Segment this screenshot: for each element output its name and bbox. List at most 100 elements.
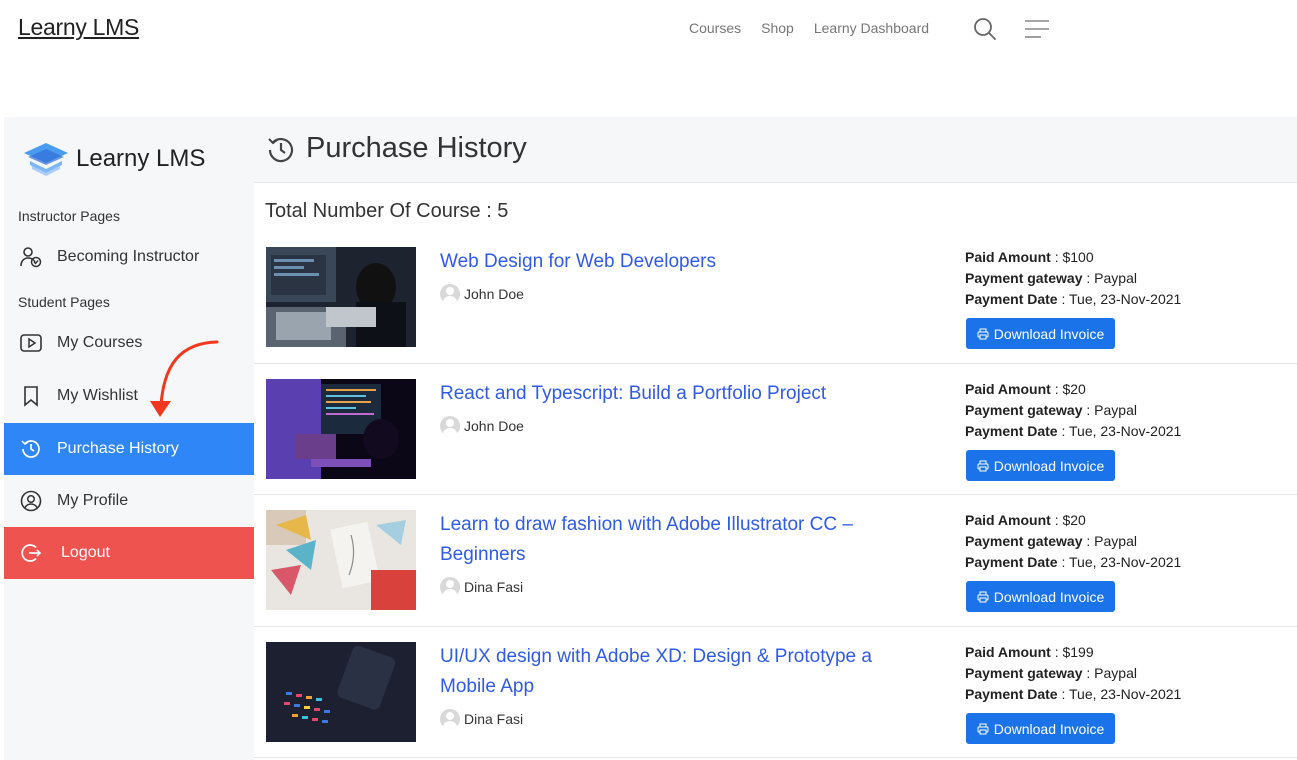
course-title-link[interactable]: React and Typescript: Build a Portfolio …	[440, 379, 910, 409]
top-nav: Courses Shop Learny Dashboard	[689, 20, 929, 36]
payment-date-label: Payment Date	[965, 291, 1058, 307]
purchase-row: Web Design for Web Developers John Doe P…	[254, 236, 1297, 364]
paid-amount-label: Paid Amount	[965, 381, 1051, 397]
printer-icon	[977, 328, 989, 339]
course-author: Dina Fasi	[440, 577, 523, 597]
course-thumbnail[interactable]	[266, 510, 416, 610]
payment-date-value: : Tue, 23-Nov-2021	[1057, 291, 1182, 307]
total-course-count: Total Number Of Course : 5	[265, 200, 509, 222]
paid-amount-label: Paid Amount	[965, 249, 1051, 265]
sidebar-item-label: My Courses	[57, 334, 143, 351]
download-invoice-button[interactable]: Download Invoice	[966, 581, 1115, 612]
purchase-row: Learn to draw fashion with Adobe Illustr…	[254, 495, 1297, 627]
page-header: Purchase History	[254, 117, 1297, 183]
section-student-pages: Student Pages	[18, 294, 110, 310]
paid-amount-value: : $199	[1050, 644, 1094, 660]
download-invoice-button[interactable]: Download Invoice	[966, 450, 1115, 481]
payment-info: Paid Amount : $20 Payment gateway : Payp…	[965, 379, 1181, 442]
avatar	[440, 416, 460, 436]
payment-gateway-value: : Paypal	[1082, 402, 1137, 418]
sidebar-item-my-profile[interactable]: My Profile	[4, 475, 254, 527]
sidebar-item-logout[interactable]: Logout	[4, 527, 254, 579]
download-invoice-button[interactable]: Download Invoice	[966, 318, 1115, 349]
page-title: Purchase History	[306, 132, 527, 164]
author-name: Dina Fasi	[464, 579, 524, 595]
payment-date-value: : Tue, 23-Nov-2021	[1057, 686, 1182, 702]
payment-gateway-value: : Paypal	[1082, 533, 1137, 549]
user-check-icon	[20, 246, 42, 268]
sidebar-item-becoming-instructor[interactable]: Becoming Instructor	[4, 231, 254, 283]
payment-date-label: Payment Date	[965, 423, 1058, 439]
section-instructor-pages: Instructor Pages	[18, 208, 120, 224]
course-title-link[interactable]: UI/UX design with Adobe XD: Design & Pro…	[440, 642, 910, 702]
author-name: John Doe	[464, 418, 524, 434]
user-circle-icon	[20, 490, 42, 512]
download-invoice-label: Download Invoice	[993, 325, 1105, 342]
printer-icon	[977, 591, 989, 602]
history-icon	[268, 137, 294, 163]
download-invoice-label: Download Invoice	[993, 457, 1105, 474]
nav-courses[interactable]: Courses	[689, 20, 741, 36]
download-invoice-button[interactable]: Download Invoice	[966, 713, 1115, 744]
course-thumbnail[interactable]	[266, 642, 416, 742]
download-invoice-label: Download Invoice	[993, 588, 1105, 605]
paid-amount-value: : $20	[1050, 381, 1086, 397]
play-icon	[20, 332, 42, 354]
course-author: John Doe	[440, 284, 524, 304]
sidebar-item-label: My Wishlist	[57, 387, 138, 404]
course-title-link[interactable]: Web Design for Web Developers	[440, 247, 910, 277]
sidebar: Learny LMS Instructor Pages Becoming Ins…	[4, 117, 254, 760]
printer-icon	[977, 723, 989, 734]
paid-amount-label: Paid Amount	[965, 512, 1051, 528]
sidebar-item-label: My Profile	[57, 492, 129, 509]
paid-amount-value: : $20	[1050, 512, 1086, 528]
avatar	[440, 577, 460, 597]
course-author: John Doe	[440, 416, 524, 436]
purchase-row: React and Typescript: Build a Portfolio …	[254, 364, 1297, 495]
sidebar-item-label: Becoming Instructor	[57, 248, 200, 265]
payment-date-label: Payment Date	[965, 686, 1058, 702]
payment-info: Paid Amount : $199 Payment gateway : Pay…	[965, 642, 1181, 705]
payment-date-value: : Tue, 23-Nov-2021	[1057, 423, 1182, 439]
payment-info: Paid Amount : $20 Payment gateway : Payp…	[965, 510, 1181, 573]
printer-icon	[977, 460, 989, 471]
author-name: John Doe	[464, 286, 524, 302]
top-header: Learny LMS Courses Shop Learny Dashboard	[0, 0, 1297, 60]
course-thumbnail[interactable]	[266, 247, 416, 347]
paid-amount-value: : $100	[1050, 249, 1094, 265]
sidebar-item-label: Purchase History	[57, 440, 179, 457]
brand-link[interactable]: Learny LMS	[18, 14, 139, 41]
graduation-cap-icon	[24, 143, 68, 176]
nav-shop[interactable]: Shop	[761, 20, 794, 36]
author-name: Dina Fasi	[464, 711, 524, 727]
course-thumbnail[interactable]	[266, 379, 416, 479]
sidebar-logo[interactable]: Learny LMS	[22, 139, 205, 179]
nav-learny-dashboard[interactable]: Learny Dashboard	[814, 20, 929, 36]
search-icon[interactable]	[973, 17, 997, 41]
purchase-row: UI/UX design with Adobe XD: Design & Pro…	[254, 627, 1297, 758]
avatar	[440, 284, 460, 304]
payment-gateway-label: Payment gateway	[965, 533, 1083, 549]
bookmark-icon	[20, 385, 42, 407]
sidebar-item-my-wishlist[interactable]: My Wishlist	[4, 370, 254, 422]
payment-gateway-label: Payment gateway	[965, 665, 1083, 681]
payment-gateway-value: : Paypal	[1082, 665, 1137, 681]
sidebar-item-purchase-history[interactable]: Purchase History	[4, 423, 254, 475]
sidebar-logo-text: Learny LMS	[76, 145, 206, 172]
payment-date-value: : Tue, 23-Nov-2021	[1057, 554, 1182, 570]
avatar	[440, 709, 460, 729]
course-author: Dina Fasi	[440, 709, 523, 729]
download-invoice-label: Download Invoice	[993, 720, 1105, 737]
history-icon	[20, 438, 42, 460]
payment-gateway-label: Payment gateway	[965, 270, 1083, 286]
paid-amount-label: Paid Amount	[965, 644, 1051, 660]
payment-info: Paid Amount : $100 Payment gateway : Pay…	[965, 247, 1181, 310]
logout-icon	[20, 542, 42, 564]
sidebar-item-my-courses[interactable]: My Courses	[4, 317, 254, 369]
payment-gateway-label: Payment gateway	[965, 402, 1083, 418]
sidebar-item-label: Logout	[61, 544, 110, 561]
payment-gateway-value: : Paypal	[1082, 270, 1137, 286]
hamburger-icon[interactable]	[1024, 19, 1050, 39]
course-title-link[interactable]: Learn to draw fashion with Adobe Illustr…	[440, 510, 910, 570]
payment-date-label: Payment Date	[965, 554, 1058, 570]
